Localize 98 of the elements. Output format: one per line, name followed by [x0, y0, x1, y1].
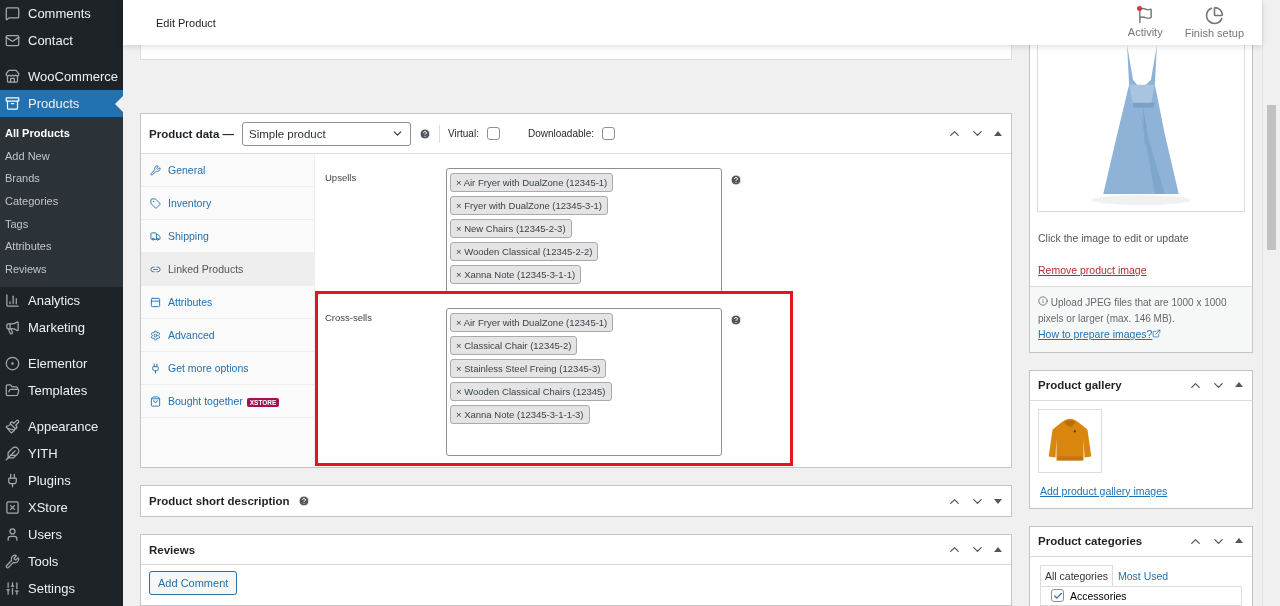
panel-title: Product short description — [149, 495, 290, 507]
field-label: Cross-sells — [325, 311, 373, 325]
sidebar-item[interactable]: Elementor — [0, 350, 123, 378]
checkbox-label: Downloadable: — [527, 128, 595, 139]
bag-icon — [150, 395, 161, 407]
submenu-item[interactable]: All Products — [0, 122, 123, 145]
product-tag[interactable]: × Classical Chair (12345-2) — [450, 336, 578, 355]
plug-icon — [5, 473, 20, 489]
pie-chart-icon — [1204, 6, 1224, 25]
sidebar-item[interactable]: Analytics — [0, 287, 123, 315]
bar-chart-icon — [5, 293, 20, 309]
help-icon — [297, 495, 310, 507]
sidebar-item[interactable]: Contact — [0, 27, 123, 54]
sidebar-item[interactable]: Users — [0, 521, 123, 549]
wrench-icon — [150, 164, 161, 176]
help-icon — [419, 127, 431, 140]
page-title: Edit Product — [156, 16, 217, 29]
product-tag[interactable]: × Wooden Classical (12345-2-2) — [450, 242, 599, 261]
plug-icon — [150, 362, 161, 374]
add-gallery-link[interactable]: Add product gallery images — [1040, 484, 1168, 497]
wrench-icon — [5, 554, 20, 570]
product-select-field[interactable]: × Air Fryer with DualZone (12345-1) × Classical Chair (12345-2) × Stainless Steel Freing (12345-3) × Wooden Classical Chairs (12345) × Xanna Note (12345-3-1-1-3) — [446, 308, 722, 456]
product-tag[interactable]: × Stainless Steel Freing (12345-3) — [450, 359, 607, 378]
sidebar-item[interactable]: XStore — [0, 494, 123, 522]
submenu-item[interactable]: Reviews — [0, 257, 123, 281]
sidebar-item[interactable]: Marketing — [0, 314, 123, 342]
panel-icon — [150, 296, 161, 308]
sidebar-item[interactable]: Plugins — [0, 467, 123, 495]
submenu-item[interactable]: Categories — [0, 189, 123, 213]
help-icon — [730, 314, 742, 326]
data-tab[interactable]: Linked Products — [141, 253, 314, 286]
sidebar-item[interactable]: Appearance — [0, 413, 123, 441]
store-icon — [5, 69, 20, 84]
panel-title: Product categories — [1038, 535, 1143, 547]
help-icon — [730, 174, 742, 186]
gallery-thumbnail[interactable] — [1038, 408, 1102, 473]
sidebar-item[interactable]: Tools — [0, 548, 123, 576]
toggle-button[interactable] — [993, 496, 1003, 506]
category-label: Accessories — [1070, 589, 1127, 602]
toggle-button[interactable] — [1234, 536, 1244, 546]
data-tab[interactable]: Advanced — [141, 319, 314, 352]
sidebar-item[interactable]: Products — [0, 90, 123, 117]
data-tab[interactable]: Inventory — [141, 187, 314, 220]
submenu-item[interactable]: Add New — [0, 144, 123, 168]
mail-icon — [5, 33, 20, 48]
flag-icon — [1136, 7, 1154, 24]
downloadable-checkbox[interactable] — [602, 127, 616, 140]
x-square-icon — [5, 500, 20, 516]
category-tab[interactable]: All categories — [1040, 564, 1114, 586]
data-tab[interactable]: Get more options — [141, 352, 314, 385]
product-type-select[interactable]: Simple product — [242, 121, 411, 146]
sidebar-item[interactable]: YITH — [0, 440, 123, 468]
product-tag[interactable]: × Air Fryer with DualZone (12345-1) — [450, 173, 614, 192]
truck-icon — [150, 230, 161, 242]
archive-icon — [5, 96, 20, 111]
panel-title: Reviews — [149, 543, 196, 556]
sidebar-item[interactable]: WooCommerce — [0, 63, 123, 90]
sidebar-item[interactable]: Settings — [0, 575, 123, 603]
category-checkbox[interactable] — [1051, 589, 1064, 602]
submenu-item[interactable]: Attributes — [0, 234, 123, 258]
panel-title: Product data — — [149, 127, 234, 140]
gear-icon — [150, 329, 161, 341]
virtual-checkbox[interactable] — [486, 127, 500, 140]
folder-icon — [5, 383, 20, 399]
submenu-item[interactable]: Tags — [0, 212, 123, 235]
product-tag[interactable]: × Xanna Note (12345-3-1-1) — [450, 265, 582, 284]
product-tag[interactable]: × Air Fryer with DualZone (12345-1) — [450, 313, 614, 332]
product-tag[interactable]: × New Chairs (12345-2-3) — [450, 219, 572, 238]
data-tab[interactable]: General — [141, 154, 314, 187]
data-tab[interactable]: Attributes — [141, 286, 314, 319]
tag-icon — [150, 197, 161, 209]
product-tag[interactable]: × Wooden Classical Chairs (12345) — [450, 382, 612, 401]
header-action[interactable]: Finish setup — [1162, 6, 1244, 39]
product-tag[interactable]: × Fryer with DualZone (12345-3-1) — [450, 196, 608, 215]
remove-image-link[interactable]: Remove product image — [1038, 264, 1147, 276]
image-hint: Click the image to edit or update — [1037, 231, 1190, 244]
user-icon — [5, 527, 20, 543]
external-link-icon — [1152, 329, 1162, 338]
header-action[interactable]: Activity — [1105, 7, 1163, 38]
sliders-icon — [5, 581, 20, 597]
field-label: Upsells — [325, 171, 358, 185]
comment-icon — [5, 6, 20, 21]
paintbrush-icon — [5, 419, 20, 435]
info-icon — [1038, 296, 1048, 306]
megaphone-icon — [5, 320, 20, 336]
feather-icon — [5, 446, 20, 462]
sidebar-item[interactable]: Templates — [0, 377, 123, 405]
toggle-button[interactable] — [1234, 380, 1244, 390]
panel-title: Product gallery — [1038, 379, 1122, 391]
circle-icon — [5, 356, 20, 372]
upload-note: Upload JPEG files that are 1000 x 1000 pixels or larger (max. 146 MB). How to prepare images? — [1030, 286, 1252, 352]
prepare-images-link[interactable]: How to prepare images? — [1038, 328, 1162, 340]
submenu-item[interactable]: Brands — [0, 167, 123, 190]
category-tab[interactable]: Most Used — [1113, 564, 1174, 586]
add-comment-button[interactable]: Add Comment — [149, 571, 238, 595]
sidebar-item[interactable]: Comments — [0, 0, 123, 27]
checkbox-label: Virtual: — [448, 128, 479, 139]
product-tag[interactable]: × Xanna Note (12345-3-1-1-3) — [450, 405, 590, 424]
